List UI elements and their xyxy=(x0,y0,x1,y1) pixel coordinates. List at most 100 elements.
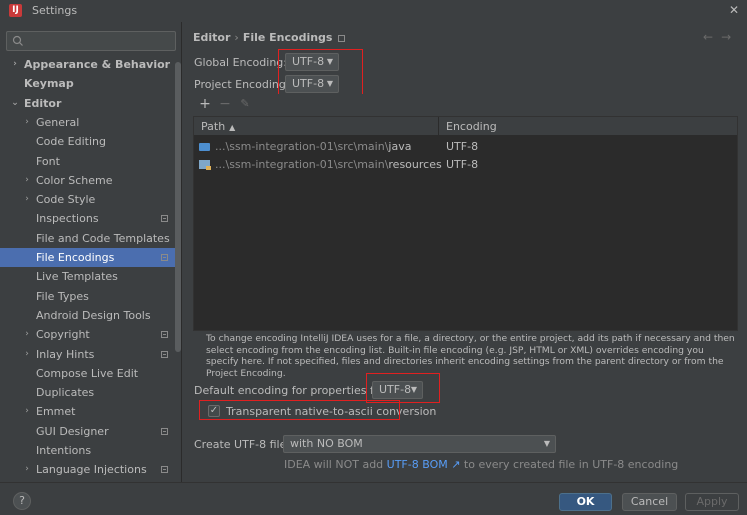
edit-icon[interactable]: ✎ xyxy=(237,96,253,112)
project-encoding-value: UTF-8 xyxy=(292,77,325,90)
bom-select[interactable]: with NO BOM ▼ xyxy=(283,435,556,453)
sidebar-item[interactable]: › Color Scheme xyxy=(0,171,175,190)
sidebar-item[interactable]: › Copyright xyxy=(0,325,175,344)
back-arrow-icon[interactable]: ← xyxy=(703,30,721,44)
table-row[interactable]: ...\ssm-integration-01\src\main\resource… xyxy=(194,156,737,174)
close-icon[interactable]: ✕ xyxy=(727,3,741,17)
sidebar-item[interactable]: ⌄ Editor xyxy=(0,94,175,113)
file-encodings-panel: Editor › File Encodings ←→ Global Encoding… xyxy=(183,22,747,482)
sidebar-item-label: Code Editing xyxy=(36,135,106,149)
sidebar-item-label: Emmet xyxy=(36,405,76,419)
sidebar-item-label: Keymap xyxy=(24,77,74,91)
sidebar-item-label: Inspections xyxy=(36,212,99,226)
resources-folder-icon xyxy=(199,160,211,170)
settings-search-input[interactable] xyxy=(6,31,176,51)
sidebar-item[interactable]: Keymap xyxy=(0,74,175,93)
sidebar-item[interactable]: Live Templates xyxy=(0,267,175,286)
help-button[interactable]: ? xyxy=(13,492,31,510)
chevron-down-icon[interactable]: ⌄ xyxy=(10,94,20,113)
bom-value: with NO BOM xyxy=(290,437,363,450)
sidebar-item[interactable]: Font xyxy=(0,152,175,171)
sidebar-scrollbar[interactable] xyxy=(175,62,181,352)
sidebar-item-label: Editor xyxy=(24,96,62,110)
sidebar-item[interactable]: › Emmet xyxy=(0,402,175,421)
chevron-right-icon[interactable]: › xyxy=(22,402,32,421)
sidebar-item[interactable]: › Appearance & Behavior xyxy=(0,55,175,74)
sidebar-item[interactable]: File Encodings xyxy=(0,248,175,267)
remove-icon[interactable]: − xyxy=(217,96,233,112)
intellij-app-icon: IJ xyxy=(9,4,22,17)
project-scope-icon xyxy=(161,215,168,223)
sidebar-item[interactable]: Duplicates xyxy=(0,383,175,402)
path-cell: ...\ssm-integration-01\src\main\resource… xyxy=(199,156,442,174)
project-scope-icon xyxy=(338,34,346,42)
global-encoding-select[interactable]: UTF-8 ▼ xyxy=(285,53,339,71)
sidebar-item[interactable]: › Code Style xyxy=(0,190,175,209)
path-prefix: ...\ssm-integration-01\src\main\ xyxy=(215,158,389,171)
sidebar-item-label: Font xyxy=(36,154,60,168)
sidebar-item-label: Appearance & Behavior xyxy=(24,58,171,71)
cancel-button[interactable]: Cancel xyxy=(622,493,677,511)
path-cell: ...\ssm-integration-01\src\main\java xyxy=(199,138,411,156)
transparent-conversion-label[interactable]: Transparent native-to-ascii conversion xyxy=(226,405,436,418)
chevron-down-icon: ▼ xyxy=(326,79,333,88)
sidebar-item[interactable]: › Inlay Hints xyxy=(0,345,175,364)
encoding-cell[interactable]: UTF-8 xyxy=(446,156,478,174)
sidebar-item[interactable]: Inspections xyxy=(0,209,175,228)
project-scope-icon xyxy=(161,254,168,261)
title-bar: IJ Settings ✕ xyxy=(0,0,747,22)
sidebar-item-label: Intentions xyxy=(36,444,92,457)
paths-toolbar: + − ✎ xyxy=(193,94,738,116)
sidebar-item[interactable]: › General xyxy=(0,113,175,132)
sidebar-item-label: Compose Live Edit xyxy=(36,366,139,380)
sidebar-item[interactable]: Android Design Tools xyxy=(0,306,175,325)
sidebar-item-label: Code Style xyxy=(36,193,96,207)
transparent-conversion-checkbox[interactable]: ✓ xyxy=(208,405,220,417)
column-header-encoding[interactable]: Encoding xyxy=(439,117,737,136)
path-prefix: ...\ssm-integration-01\src\main\ xyxy=(215,140,389,153)
add-icon[interactable]: + xyxy=(197,96,213,112)
chevron-right-icon[interactable]: › xyxy=(22,113,32,132)
bom-label: Create UTF-8 files: xyxy=(194,438,296,451)
project-scope-icon xyxy=(161,466,168,474)
path-leaf: resources xyxy=(388,158,442,171)
sidebar-item[interactable]: Code Editing xyxy=(0,132,175,151)
chevron-right-icon[interactable]: › xyxy=(10,55,20,74)
chevron-right-icon[interactable]: › xyxy=(22,345,32,364)
nav-arrows: ←→ xyxy=(703,30,739,44)
breadcrumb: Editor › File Encodings xyxy=(193,31,346,44)
project-scope-icon xyxy=(161,427,168,435)
chevron-down-icon: ▼ xyxy=(410,385,417,394)
project-encoding-select[interactable]: UTF-8 ▼ xyxy=(285,75,339,93)
column-header-path[interactable]: Path ▲ xyxy=(194,117,439,136)
chevron-right-icon[interactable]: › xyxy=(22,190,32,209)
bom-note-after: to every created file in UTF-8 encoding xyxy=(460,458,679,471)
project-scope-icon xyxy=(161,331,168,339)
breadcrumb-separator: › xyxy=(234,31,239,44)
sidebar-item[interactable]: Intentions xyxy=(0,441,175,460)
apply-button[interactable]: Apply xyxy=(685,493,739,511)
properties-encoding-value: UTF-8 xyxy=(379,383,412,396)
sidebar-item[interactable]: File Types xyxy=(0,287,175,306)
table-header: Path ▲ Encoding xyxy=(194,117,737,136)
sidebar-item[interactable]: GUI Designer xyxy=(0,422,175,441)
sidebar-item[interactable]: File and Code Templates xyxy=(0,229,175,248)
chevron-down-icon: ▼ xyxy=(326,57,333,66)
properties-encoding-select[interactable]: UTF-8 ▼ xyxy=(372,381,423,399)
utf8-bom-link[interactable]: UTF-8 BOM ↗ xyxy=(387,458,461,471)
forward-arrow-icon[interactable]: → xyxy=(721,30,739,44)
chevron-right-icon[interactable]: › xyxy=(22,460,32,479)
encoding-cell[interactable]: UTF-8 xyxy=(446,138,478,156)
table-row[interactable]: ...\ssm-integration-01\src\main\java UTF… xyxy=(194,138,737,156)
sort-ascending-icon: ▲ xyxy=(229,123,236,132)
chevron-down-icon: ▼ xyxy=(543,439,550,448)
bom-note-before: IDEA will NOT add xyxy=(284,458,387,471)
chevron-right-icon[interactable]: › xyxy=(22,325,32,344)
sidebar-item-label: Language Injections xyxy=(36,463,147,477)
sidebar-item[interactable]: Compose Live Edit xyxy=(0,364,175,383)
ok-button[interactable]: OK xyxy=(559,493,612,511)
sidebar-item-label: Inlay Hints xyxy=(36,347,95,361)
sidebar-item[interactable]: › Language Injections xyxy=(0,460,175,479)
sidebar-item-label: General xyxy=(36,115,80,129)
chevron-right-icon[interactable]: › xyxy=(22,171,32,190)
